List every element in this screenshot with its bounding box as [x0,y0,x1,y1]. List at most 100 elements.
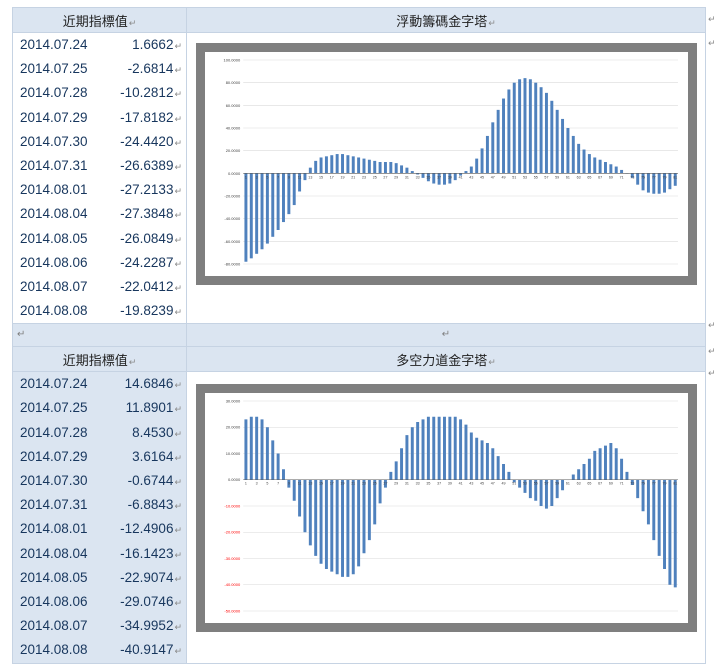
x-tick-label: 33 [416,482,420,486]
indicator-value: -26.0849↵ [120,227,182,251]
bar [550,480,553,506]
bar [432,417,435,480]
bar [336,480,339,575]
bar [303,480,306,533]
x-tick-label: 23 [362,175,366,179]
x-tick-label: 5 [266,175,268,179]
x-tick-label: 53 [523,175,527,179]
bar [540,480,543,506]
section2-value-row: 2014.07.30-0.6744↵ [13,469,186,493]
x-tick-label: 71 [620,482,624,486]
y-tick-label: -40.0000 [224,583,241,588]
bar [534,83,537,174]
bar [341,154,344,173]
bar [438,417,441,480]
y-tick-label: 0.0000 [228,478,241,483]
date-label: 2014.08.06 [20,590,88,614]
x-tick-label: 75 [641,175,645,179]
indicator-table: 近期指標值↵ 浮動籌碼金字塔↵ 2014.07.24 1.6662↵ 2014.07… [12,7,706,664]
indicator-value: -27.2133↵ [120,178,182,202]
bar [395,462,398,480]
paragraph-mark: ↵ [174,210,182,220]
y-tick-label: -20.0000 [224,194,241,199]
date-label: 2014.08.05 [20,566,88,590]
x-tick-label: 17 [330,482,334,486]
x-tick-label: 81 [673,482,677,486]
paragraph-mark: ↵ [174,622,182,632]
date-label: 2014.07.28 [20,81,88,105]
bar [620,170,623,173]
section1-right-header: 浮動籌碼金字塔↵ [187,8,706,33]
x-tick-label: 9 [288,175,290,179]
bar [502,464,505,480]
x-tick-label: 13 [308,482,312,486]
x-tick-label: 29 [394,175,398,179]
section2-values: 2014.07.2414.6846↵2014.07.2511.8901↵2014… [13,372,187,663]
bar [422,420,425,480]
x-tick-label: 19 [341,482,345,486]
bull-bear-chart-cell: 30.000020.000010.00000.0000-10.0000-20.0… [187,372,706,663]
x-tick-label: 37 [437,482,441,486]
bar [303,173,306,180]
x-tick-label: 51 [512,482,516,486]
paragraph-mark: ↵ [174,114,182,124]
date-label: 2014.07.29 [20,106,88,130]
bar [497,110,500,173]
paragraph-mark: ↵ [174,186,182,196]
x-tick-label: 31 [405,175,409,179]
x-tick-label: 3 [256,175,258,179]
y-tick-label: -10.0000 [224,504,241,509]
y-tick-label: -40.0000 [224,216,241,221]
x-tick-label: 51 [512,175,516,179]
x-tick-label: 63 [577,482,581,486]
section2-value-row: 2014.08.08-40.9147↵ [13,638,186,662]
x-tick-label: 67 [598,175,602,179]
date-label: 2014.07.24 [20,33,88,57]
x-tick-label: 11 [298,175,302,179]
bar [475,438,478,480]
section1-value-row: 2014.07.30-24.4420↵ [13,130,186,154]
y-tick-label: 0.0000 [228,171,241,176]
bar [293,480,296,501]
bar [255,173,258,253]
bar [625,472,628,480]
indicator-value: -10.2812↵ [120,81,182,105]
bar [636,480,639,498]
date-label: 2014.08.06 [20,251,88,275]
bar [486,443,489,480]
date-label: 2014.08.04 [20,202,88,226]
bar [636,173,639,184]
date-label: 2014.08.04 [20,542,88,566]
indicator-value: -2.6814↵ [128,57,182,81]
section1-left-header: 近期指標值↵ [13,8,187,33]
bar [529,480,532,498]
bar [271,441,274,480]
x-tick-label: 69 [609,175,613,179]
bar [432,173,435,183]
date-label: 2014.07.31 [20,154,88,178]
bar [550,101,553,174]
date-label: 2014.07.29 [20,445,88,469]
section2-value-row: 2014.08.01-12.4906↵ [13,517,186,541]
x-tick-label: 15 [319,175,323,179]
bar [609,164,612,173]
x-tick-label: 71 [620,175,624,179]
bar [481,148,484,173]
bar [470,167,473,174]
bar [277,173,280,230]
bar [497,456,500,480]
indicator-value: 1.6662↵ [132,33,182,57]
paragraph-mark: ↵ [708,320,716,331]
section2-value-row: 2014.07.288.4530↵ [13,421,186,445]
bar [357,480,360,567]
date-label: 2014.08.08 [20,299,88,323]
bar [599,160,602,174]
bar [314,480,317,556]
bar [507,472,510,480]
spacer-cell-right: ↵ [187,324,706,347]
bar [287,173,290,214]
x-tick-label: 33 [416,175,420,179]
paragraph-mark: ↵ [174,283,182,293]
bar [395,163,398,173]
bar [293,173,296,205]
